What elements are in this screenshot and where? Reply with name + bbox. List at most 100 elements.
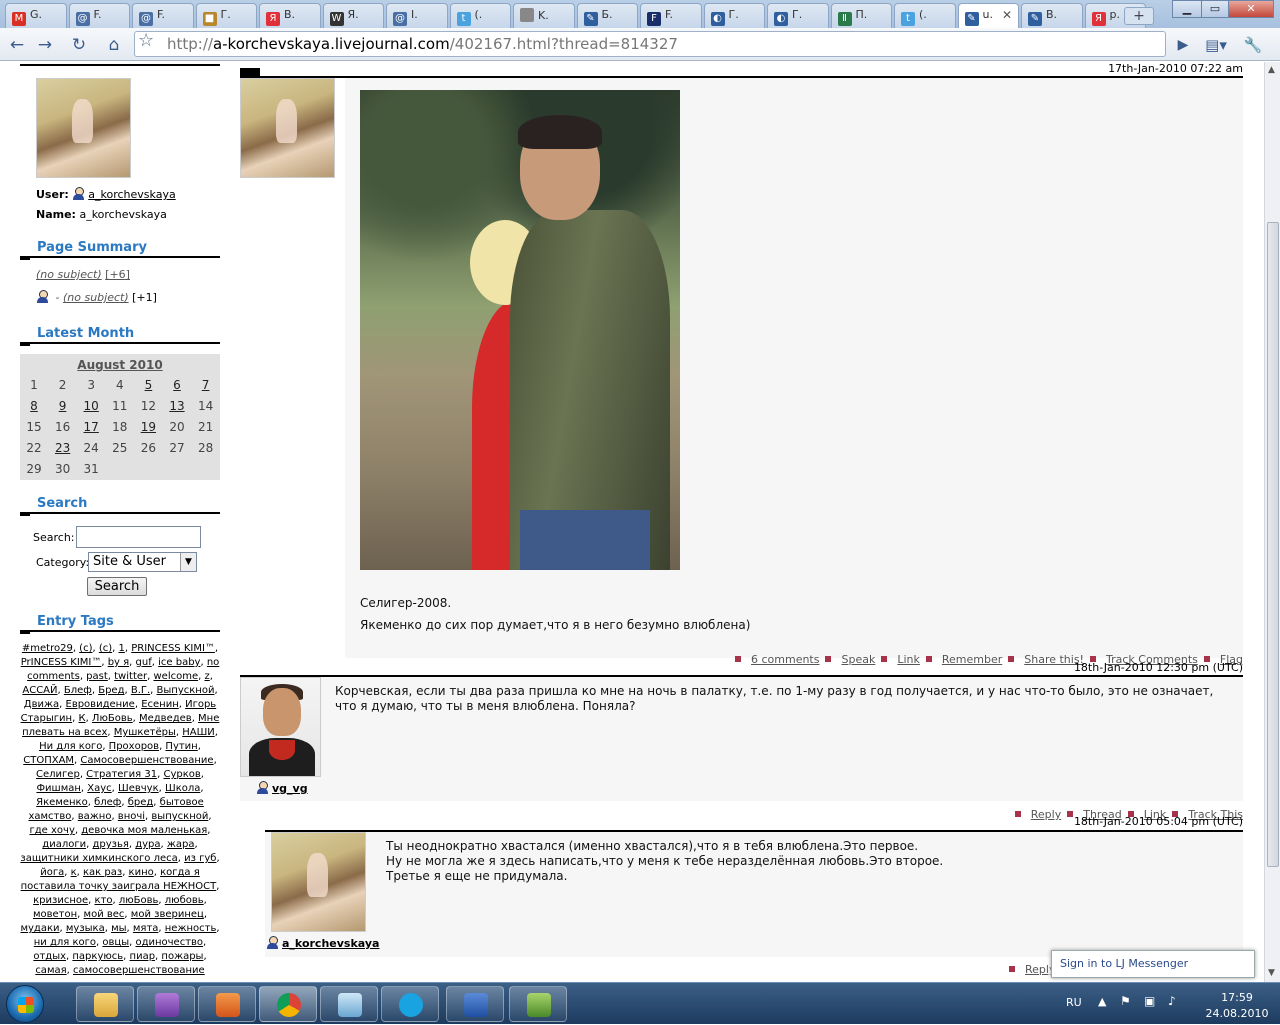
user-icon[interactable]	[72, 187, 85, 200]
start-button[interactable]	[6, 985, 44, 1023]
tag-link[interactable]: past	[86, 671, 108, 682]
tag-link[interactable]: самая	[35, 965, 66, 976]
tag-link[interactable]: PRINCESS KIMI™	[131, 643, 215, 654]
tag-link[interactable]: друзья	[92, 839, 128, 850]
tag-link[interactable]: нежность	[165, 923, 217, 934]
tab[interactable]: Я В.	[259, 3, 321, 28]
action-link[interactable]: Link	[897, 653, 920, 666]
tag-link[interactable]: Самосовершенствование	[80, 755, 213, 766]
tag-link[interactable]: Якеменко	[36, 797, 88, 808]
user-icon[interactable]	[266, 936, 279, 949]
tab[interactable]: W Я.	[322, 3, 384, 28]
tag-link[interactable]: Селигер	[36, 769, 80, 780]
search-button[interactable]: Search	[87, 577, 147, 596]
action-link[interactable]: Speak	[841, 653, 875, 666]
calendar-day[interactable]: 5	[134, 378, 162, 392]
language-indicator[interactable]: RU	[1066, 996, 1082, 1009]
tag-link[interactable]: блеф	[94, 797, 121, 808]
minimize-button[interactable]: ▁	[1172, 0, 1202, 18]
action-link[interactable]: Remember	[942, 653, 1002, 666]
tag-link[interactable]: guf	[136, 657, 152, 668]
tag-link[interactable]: Школа	[165, 783, 200, 794]
tag-link[interactable]: Евровидение	[66, 699, 135, 710]
tag-link[interactable]: Есенин	[141, 699, 179, 710]
tag-link[interactable]: Блеф	[64, 685, 92, 696]
tab[interactable]: @ F.	[132, 3, 194, 28]
go-icon[interactable]: ▶	[1170, 33, 1196, 57]
tab[interactable]: ◐ Г.	[767, 3, 829, 28]
tag-link[interactable]: отдых	[33, 951, 66, 962]
tag-link[interactable]: пиар	[130, 951, 156, 962]
skype-taskbar-button[interactable]	[381, 986, 439, 1022]
tag-link[interactable]: К	[78, 713, 85, 724]
category-select[interactable]: Site & User ▼	[88, 552, 197, 572]
tag-link[interactable]: СТОПХАМ	[23, 755, 74, 766]
action-link[interactable]: 6 comments	[751, 653, 820, 666]
tag-link[interactable]: Выпускной	[157, 685, 215, 696]
action-link[interactable]: Reply	[1031, 808, 1061, 821]
user-icon[interactable]	[36, 290, 49, 303]
search-input[interactable]	[76, 526, 201, 548]
tag-link[interactable]: самосовершенствование	[73, 965, 205, 976]
back-icon[interactable]: ←	[4, 33, 30, 57]
calendar-day[interactable]: 13	[163, 399, 191, 413]
tag-link[interactable]: мы	[111, 923, 126, 934]
tag-link[interactable]: девочка моя маленькая	[81, 825, 207, 836]
page-menu-icon[interactable]: ▤▾	[1203, 33, 1229, 57]
home-icon[interactable]: ⌂	[101, 33, 127, 57]
media-player-taskbar-button[interactable]	[198, 986, 256, 1022]
tag-link[interactable]: пожары	[161, 951, 203, 962]
calendar-day[interactable]: 17	[77, 420, 105, 434]
tag-link[interactable]: Сурков	[163, 769, 200, 780]
tag-link[interactable]: ни для кого	[34, 937, 96, 948]
tag-link[interactable]: Хаус	[87, 783, 111, 794]
tag-link[interactable]: Путин	[165, 741, 197, 752]
tag-link[interactable]: к	[71, 867, 77, 878]
tag-link[interactable]: Прохоров	[109, 741, 159, 752]
tag-link[interactable]: by я	[108, 657, 129, 668]
lj-messenger-link[interactable]: Sign in to LJ Messenger	[1060, 957, 1188, 970]
volume-icon[interactable]: ♪	[1168, 994, 1176, 1008]
tag-link[interactable]: кто	[95, 895, 113, 906]
scroll-down-icon[interactable]: ▼	[1268, 968, 1275, 978]
tag-link[interactable]: Бред	[98, 685, 124, 696]
calendar-day[interactable]: 8	[20, 399, 48, 413]
tag-link[interactable]: Медведев	[139, 713, 192, 724]
tag-link[interactable]: кино	[129, 867, 154, 878]
tag-link[interactable]: музыка	[66, 923, 105, 934]
tag-link[interactable]: (с)	[99, 643, 112, 654]
calendar-day[interactable]: 7	[192, 378, 220, 392]
tag-link[interactable]: twitter	[114, 671, 147, 682]
explorer-taskbar-button[interactable]	[76, 986, 134, 1022]
tag-link[interactable]: 1	[119, 643, 125, 654]
tag-link[interactable]: #metro29	[22, 643, 73, 654]
tab[interactable]: ✎ В.	[1021, 3, 1083, 28]
tag-link[interactable]: мой вес	[84, 909, 125, 920]
summary-entry-link[interactable]: (no subject)	[36, 268, 102, 281]
clock-date[interactable]: 24.08.2010	[1194, 1007, 1280, 1020]
tab[interactable]: F F.	[640, 3, 702, 28]
tag-link[interactable]: диалоги	[42, 839, 86, 850]
tag-link[interactable]: вночі	[118, 811, 145, 822]
tag-link[interactable]: мой зверинец	[131, 909, 204, 920]
summary-entry-link[interactable]: (no subject)	[63, 291, 129, 304]
tag-link[interactable]: моветон	[33, 909, 77, 920]
tab[interactable]: @ I.	[386, 3, 448, 28]
scroll-up-icon[interactable]: ▲	[1268, 65, 1275, 75]
tag-link[interactable]: ice baby	[158, 657, 200, 668]
tag-link[interactable]: паркуюсь	[72, 951, 123, 962]
scrollbar-thumb[interactable]	[1267, 222, 1279, 867]
lj-messenger-box[interactable]: Sign in to LJ Messenger	[1051, 950, 1255, 978]
tab[interactable]: t (.	[449, 3, 511, 28]
tag-link[interactable]: дура	[135, 839, 160, 850]
tag-link[interactable]: Мушкетёры	[114, 727, 176, 738]
calendar-day[interactable]: 9	[49, 399, 77, 413]
network-icon[interactable]: ▣	[1144, 994, 1155, 1008]
tab[interactable]: ◐ Г.	[703, 3, 765, 28]
tag-link[interactable]: выпускной	[151, 811, 208, 822]
tab[interactable]: ■ Г.	[195, 3, 257, 28]
calendar-month-link[interactable]: August 2010	[20, 358, 220, 372]
tab[interactable]: ✎ u. ✕	[957, 3, 1019, 29]
tag-link[interactable]: Стратегия 31	[86, 769, 157, 780]
tag-link[interactable]: welcome	[153, 671, 198, 682]
